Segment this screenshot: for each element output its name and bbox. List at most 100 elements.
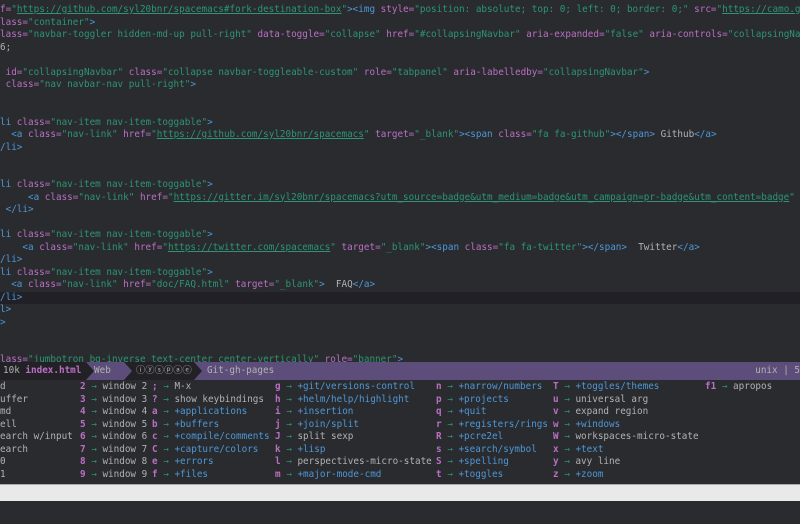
which-key-item[interactable]: b → +buffers	[152, 419, 219, 432]
which-key-item[interactable]: S → +spelling	[436, 456, 509, 469]
which-key-item[interactable]: y → avy line	[553, 456, 620, 469]
which-key-item[interactable]: t → +toggles	[436, 469, 503, 482]
which-key-key: k	[275, 443, 281, 455]
which-key-item[interactable]: x → +text	[553, 444, 603, 457]
which-key-item[interactable]: w → +windows	[553, 419, 620, 432]
which-key-item[interactable]: f1 → apropos	[705, 381, 772, 394]
arrow-right-icon: →	[447, 406, 453, 417]
which-key-item[interactable]: J → split sexp	[275, 431, 353, 444]
which-key-item[interactable]: k → +lisp	[275, 444, 325, 457]
code-line[interactable]: l>	[0, 304, 800, 317]
encoding-position: unix | 5	[755, 365, 800, 376]
which-key-item[interactable]: 2 → window 2	[80, 381, 147, 394]
which-key-item[interactable]: W → workspaces-micro-state	[553, 431, 699, 444]
which-key-item[interactable]: a → +applications	[152, 406, 247, 419]
arrow-right-icon: →	[286, 393, 292, 405]
which-key-key: ;	[152, 381, 158, 392]
code-token: FAQ	[324, 279, 353, 290]
arrow-right-icon: →	[447, 431, 453, 442]
code-token: <a	[0, 279, 28, 290]
code-url-link[interactable]: https://github.com/syl20bnr/spacemacs#fo…	[17, 4, 342, 15]
which-key-item[interactable]: c → +compile/comments	[152, 431, 270, 444]
code-url-link[interactable]: https://twitter.com/spacemacs	[168, 242, 330, 253]
code-line[interactable]: <a class="nav-link" href="https://github…	[0, 129, 800, 142]
which-key-key: p	[436, 393, 442, 405]
code-line[interactable]: 6;	[0, 42, 800, 55]
code-line[interactable]: <a class="nav-link" href= "https://gitter…	[0, 192, 800, 205]
arrow-right-icon: →	[286, 468, 292, 480]
which-key-item[interactable]: 3 → window 3	[80, 394, 147, 407]
code-line-current[interactable]: /li>	[0, 291, 800, 304]
which-key-item[interactable]: earch w/input	[0, 431, 73, 444]
which-key-item[interactable]: 9 → window 9	[80, 469, 147, 482]
git-branch[interactable]: Git-gh-pages	[207, 362, 274, 380]
which-key-item[interactable]: 7 → window 7	[80, 444, 147, 457]
code-line[interactable]: class="nav navbar-nav pull-right">	[0, 79, 800, 92]
which-key-item[interactable]: p → +projects	[436, 394, 509, 407]
which-key-item[interactable]: m → +major-mode-cmd	[275, 469, 381, 482]
which-key-item[interactable]: i → +insertion	[275, 406, 353, 419]
which-key-item[interactable]: R → +pcre2el	[436, 431, 503, 444]
code-line[interactable]: f="https://github.com/syl20bnr/spacemacs…	[0, 4, 800, 17]
code-line[interactable]: li class="nav-item nav-item-toggable">	[0, 229, 800, 242]
which-key-item[interactable]: n → +narrow/numbers	[436, 381, 542, 394]
which-key-item[interactable]: u → universal arg	[553, 394, 648, 407]
code-line[interactable]: <a class="nav-link" href="https://twitte…	[0, 242, 800, 255]
which-key-item[interactable]: f → +files	[152, 469, 208, 482]
which-key-description: split sexp	[297, 431, 354, 442]
which-key-item[interactable]: 6 → window 6	[80, 431, 147, 444]
which-key-item[interactable]: 0	[0, 456, 6, 469]
major-mode[interactable]: Web	[94, 362, 111, 380]
which-key-item[interactable]: 1	[0, 469, 6, 482]
which-key-item[interactable]: earch	[0, 444, 28, 457]
which-key-item[interactable]: C → +capture/colors	[152, 444, 258, 457]
code-line[interactable]: /li>	[0, 254, 800, 267]
code-line[interactable]: li class="nav-item nav-item-toggable">	[0, 179, 800, 192]
which-key-item[interactable]: l → perspectives-micro-state	[275, 456, 432, 469]
which-key-description: +compile/comments	[174, 431, 270, 442]
which-key-key: g	[275, 381, 281, 392]
which-key-item[interactable]: md	[0, 406, 11, 419]
code-url-link[interactable]: https://github.com/syl20bnr/spacemacs	[157, 129, 364, 140]
which-key-item[interactable]: ; → M-x	[152, 381, 191, 394]
which-key-item[interactable]: d	[0, 381, 6, 394]
which-key-item[interactable]: q → +quit	[436, 406, 486, 419]
which-key-item[interactable]: r → +registers/rings	[436, 419, 548, 432]
which-key-item[interactable]: ? → show keybindings	[152, 394, 264, 407]
which-key-description: +narrow/numbers	[458, 381, 543, 392]
which-key-item[interactable]: ell	[0, 419, 17, 432]
code-line[interactable]: li class="nav-item nav-item-toggable">	[0, 117, 800, 130]
which-key-item[interactable]: T → +toggles/themes	[553, 381, 659, 394]
minor-modes[interactable]: ⓘⓨⓢⓟⓐⓔ	[124, 362, 194, 380]
code-line[interactable]: /li>	[0, 142, 800, 155]
which-key-item[interactable]: 8 → window 8	[80, 456, 147, 469]
which-key-item[interactable]: z → +zoom	[553, 469, 603, 482]
code-line[interactable]: id="collapsingNavbar" class="collapse na…	[0, 67, 800, 80]
code-line[interactable]: li class="nav-item nav-item-toggable">	[0, 267, 800, 280]
which-key-description: +pcre2el	[458, 431, 504, 442]
code-line[interactable]: </li>	[0, 204, 800, 217]
which-key-description: +zoom	[575, 468, 604, 480]
code-line[interactable]: >	[0, 317, 800, 330]
code-line[interactable]: <a class="nav-link" href="doc/FAQ.html" …	[0, 279, 800, 292]
code-line[interactable]: lass="jumbotron bg-inverse text-center c…	[0, 354, 800, 362]
which-key-item[interactable]: h → +helm/help/highlight	[275, 394, 409, 407]
which-key-item[interactable]: s → +search/symbol	[436, 444, 537, 457]
arrow-right-icon: →	[163, 456, 169, 467]
which-key-item[interactable]: 4 → window 4	[80, 406, 147, 419]
code-line[interactable]: lass="container">	[0, 17, 800, 30]
which-key-item[interactable]: uffer	[0, 394, 28, 407]
which-key-item[interactable]: g → +git/versions-control	[275, 381, 415, 394]
which-key-key: f1	[705, 381, 717, 392]
code-url-link[interactable]: https://gitter.im/syl20bnr/spacemacs?utm…	[174, 192, 790, 203]
which-key-item[interactable]: e → +errors	[152, 456, 214, 469]
code-token: "container"	[28, 16, 90, 28]
which-key-item[interactable]: v → expand region	[553, 406, 648, 419]
which-key-key: ?	[152, 393, 158, 405]
which-key-item[interactable]: 5 → window 5	[80, 419, 147, 432]
code-url-link[interactable]: https://camo.githubusercontent.com	[722, 4, 800, 15]
which-key-item[interactable]: j → +join/split	[275, 419, 359, 432]
code-line[interactable]: lass="navbar-toggler hidden-md-up pull-r…	[0, 29, 800, 42]
code-editor[interactable]: f="https://github.com/syl20bnr/spacemacs…	[0, 0, 800, 362]
which-key-key: S	[436, 456, 442, 467]
